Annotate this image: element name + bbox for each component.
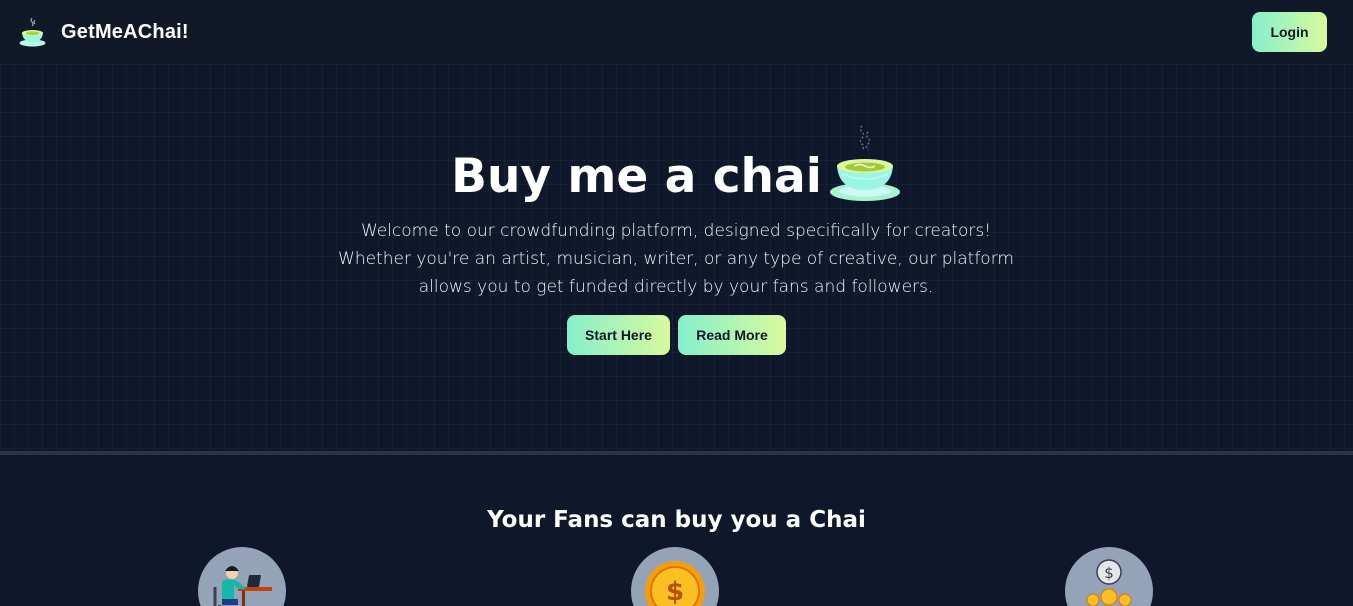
dollar-coin-icon: $: [645, 561, 705, 606]
brand[interactable]: GetMeAChai!: [18, 16, 189, 48]
feature-circle-2: $: [631, 547, 719, 606]
tea-cup-icon: [19, 17, 46, 47]
login-button[interactable]: Login: [1252, 12, 1327, 52]
coins-stack-icon: $: [1086, 559, 1132, 606]
navbar: GetMeAChai! Login: [0, 0, 1353, 64]
feature-circle-3: $: [1065, 547, 1153, 606]
page: GetMeAChai! Login Buy me a chai Welcome …: [0, 0, 1353, 606]
svg-text:$: $: [1104, 564, 1114, 582]
hero-section: Buy me a chai Welcome to our crowdfundin…: [0, 64, 1353, 451]
feature-circle-1: [198, 547, 286, 606]
hero-description: Welcome to our crowdfunding platform, de…: [338, 221, 1014, 297]
start-here-button[interactable]: Start Here: [567, 315, 670, 355]
person-at-laptop-icon: [213, 566, 272, 606]
hero-title: Buy me a chai: [451, 149, 822, 204]
steaming-tea-cup-icon: [829, 125, 900, 201]
fans-section: Your Fans can buy you a Chai $ $: [0, 455, 1353, 606]
svg-text:$: $: [666, 577, 684, 606]
read-more-button[interactable]: Read More: [678, 315, 786, 355]
hero-buttons: Start Here Read More: [0, 315, 1353, 355]
fans-section-title: Your Fans can buy you a Chai: [487, 507, 866, 533]
hero-title-row: Buy me a chai: [0, 120, 1353, 206]
brand-name: GetMeAChai!: [61, 20, 189, 43]
